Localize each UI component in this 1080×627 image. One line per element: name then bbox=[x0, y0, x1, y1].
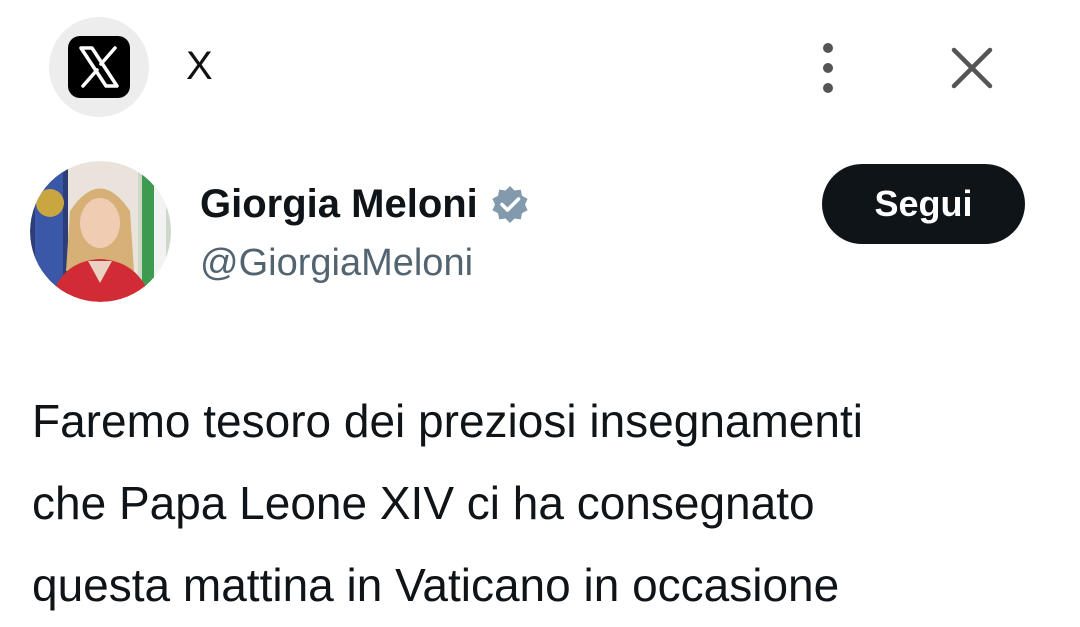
top-bar: X bbox=[0, 0, 1080, 130]
close-button[interactable] bbox=[946, 42, 998, 94]
app-icon-container bbox=[49, 17, 149, 117]
verified-badge-icon bbox=[490, 184, 530, 224]
app-title: X bbox=[186, 44, 213, 88]
display-name[interactable]: Giorgia Meloni bbox=[200, 180, 478, 228]
close-icon bbox=[951, 47, 993, 89]
tweet-line: che Papa Leone XIV ci ha consegnato bbox=[32, 477, 815, 529]
tweet-line: Faremo tesoro dei preziosi insegnamenti bbox=[32, 395, 863, 447]
tweet-line: questa mattina in Vaticano in occasione bbox=[32, 559, 840, 611]
author-header: Giorgia Meloni @GiorgiaMeloni Segui bbox=[0, 150, 1080, 320]
follow-button[interactable]: Segui bbox=[822, 164, 1025, 244]
tweet-text: Faremo tesoro dei preziosi insegnamenti … bbox=[32, 380, 1062, 626]
x-logo-icon bbox=[68, 36, 130, 98]
more-options-button[interactable] bbox=[806, 38, 850, 98]
vertical-ellipsis-icon bbox=[823, 43, 833, 93]
user-handle[interactable]: @GiorgiaMeloni bbox=[200, 240, 473, 286]
avatar[interactable] bbox=[30, 161, 171, 302]
name-row: Giorgia Meloni bbox=[200, 180, 530, 228]
